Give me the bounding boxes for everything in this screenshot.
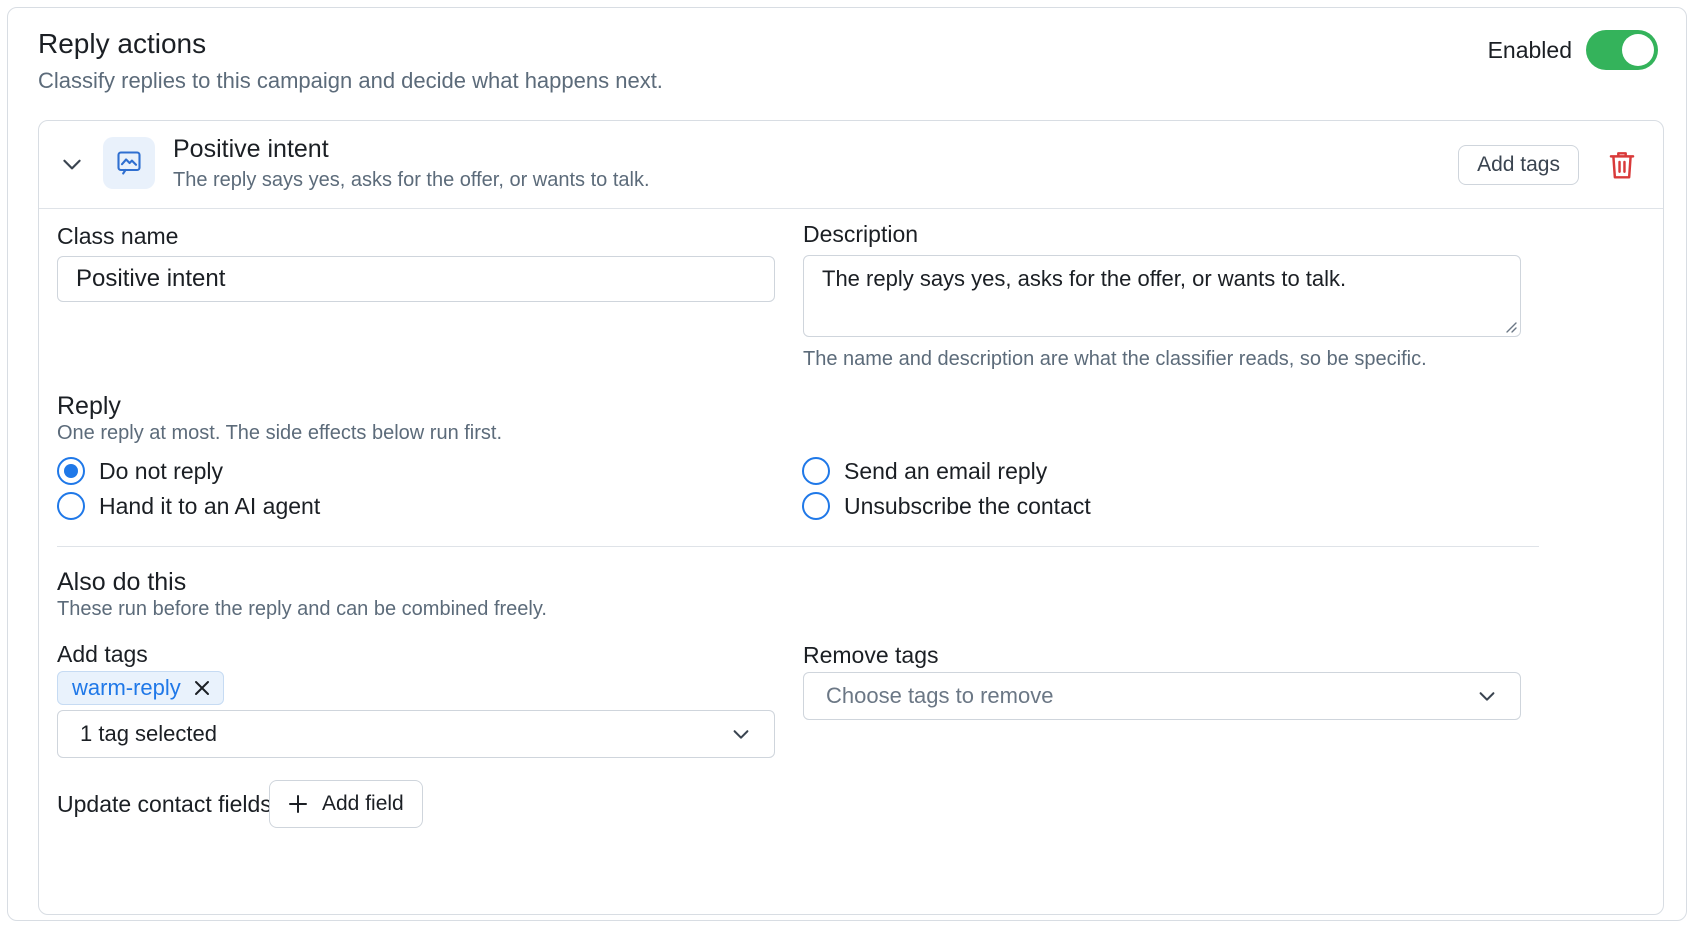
close-icon[interactable] bbox=[193, 679, 211, 697]
tag-chip: warm-reply bbox=[57, 671, 224, 705]
enabled-label: Enabled bbox=[1487, 36, 1572, 63]
class-icon-tile bbox=[103, 137, 155, 189]
radio-button[interactable] bbox=[57, 457, 85, 485]
radio-label: Do not reply bbox=[99, 457, 224, 484]
message-chart-icon bbox=[117, 151, 141, 175]
chevron-down-icon bbox=[733, 730, 749, 739]
chevron-down-icon bbox=[1479, 692, 1495, 701]
radio-do-not-reply[interactable]: Do not reply bbox=[57, 457, 223, 485]
description-text: The reply says yes, asks for the offer, … bbox=[822, 266, 1347, 291]
also-section-title: Also do this bbox=[57, 568, 187, 596]
radio-label: Send an email reply bbox=[844, 457, 1048, 484]
remove-tags-select[interactable]: Choose tags to remove bbox=[803, 672, 1521, 720]
toggle-knob bbox=[1622, 34, 1654, 66]
class-card-header: Positive intent The reply says yes, asks… bbox=[39, 121, 1663, 209]
chevron-down-icon[interactable] bbox=[59, 151, 85, 177]
reply-section-title: Reply bbox=[57, 392, 121, 420]
radio-button[interactable] bbox=[802, 492, 830, 520]
add-tags-label: Add tags bbox=[57, 641, 148, 667]
radio-unsubscribe-contact[interactable]: Unsubscribe the contact bbox=[802, 492, 1091, 520]
add-field-label: Add field bbox=[322, 792, 404, 815]
reply-actions-panel: Reply actions Classify replies to this c… bbox=[7, 7, 1687, 921]
plus-icon bbox=[289, 795, 307, 813]
enabled-control: Enabled bbox=[1488, 30, 1658, 70]
section-divider bbox=[57, 546, 1539, 547]
add-tags-button[interactable]: Add tags bbox=[1458, 145, 1579, 185]
class-description: The reply says yes, asks for the offer, … bbox=[173, 169, 650, 191]
add-tags-select-value: 1 tag selected bbox=[80, 721, 217, 746]
tag-chip-label: warm-reply bbox=[72, 675, 181, 700]
remove-tags-label: Remove tags bbox=[803, 642, 939, 668]
page-title: Reply actions bbox=[38, 28, 207, 59]
class-title: Positive intent bbox=[173, 135, 329, 163]
enabled-toggle[interactable] bbox=[1586, 30, 1658, 70]
radio-hand-to-ai-agent[interactable]: Hand it to an AI agent bbox=[57, 492, 320, 520]
add-field-button[interactable]: Add field bbox=[269, 780, 423, 828]
update-contact-fields-label: Update contact fields bbox=[57, 791, 272, 817]
class-name-label: Class name bbox=[57, 223, 179, 249]
description-hint: The name and description are what the cl… bbox=[803, 348, 1427, 370]
reply-class-card: Positive intent The reply says yes, asks… bbox=[38, 120, 1664, 915]
page-subtitle: Classify replies to this campaign and de… bbox=[38, 68, 663, 93]
resize-handle-icon[interactable] bbox=[1503, 319, 1517, 333]
radio-label: Unsubscribe the contact bbox=[844, 492, 1091, 519]
add-tags-select[interactable]: 1 tag selected bbox=[57, 710, 775, 758]
radio-send-email-reply[interactable]: Send an email reply bbox=[802, 457, 1047, 485]
trash-icon[interactable] bbox=[1607, 149, 1637, 181]
remove-tags-placeholder: Choose tags to remove bbox=[826, 683, 1054, 708]
radio-label: Hand it to an AI agent bbox=[99, 492, 321, 519]
radio-button[interactable] bbox=[802, 457, 830, 485]
description-label: Description bbox=[803, 221, 919, 247]
class-name-input[interactable]: Positive intent bbox=[57, 256, 775, 302]
reply-section-subtitle: One reply at most. The side effects belo… bbox=[57, 422, 503, 444]
description-textarea[interactable]: The reply says yes, asks for the offer, … bbox=[803, 255, 1521, 337]
also-section-subtitle: These run before the reply and can be co… bbox=[57, 598, 547, 620]
radio-button[interactable] bbox=[57, 492, 85, 520]
